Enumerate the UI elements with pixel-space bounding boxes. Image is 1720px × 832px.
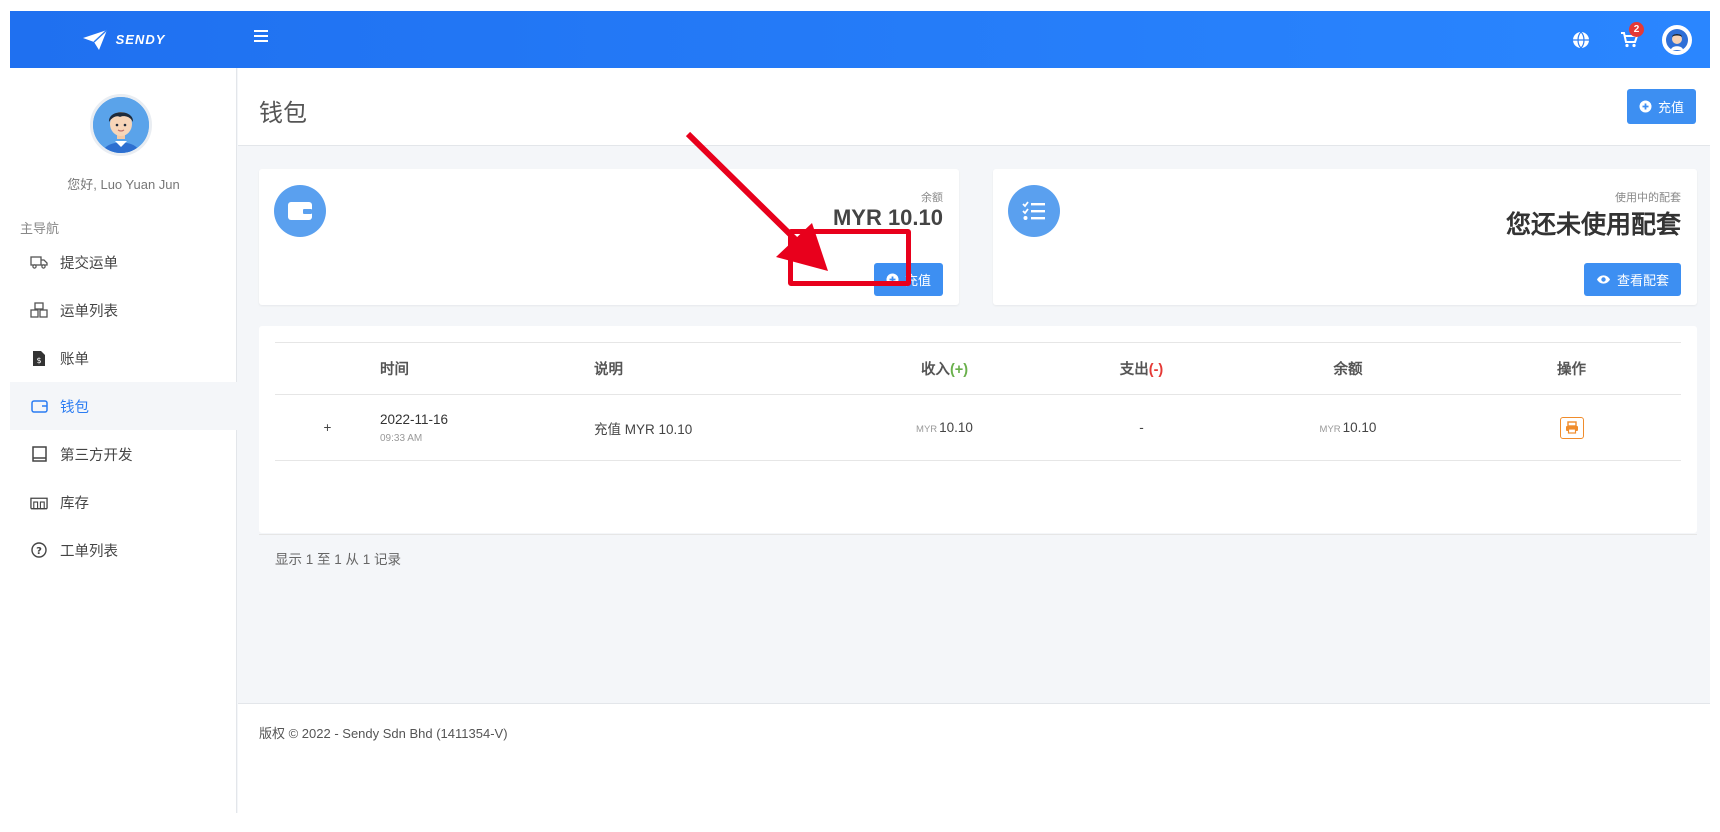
header-expense-label: 支出 bbox=[1119, 362, 1149, 378]
transactions-table: 时间 说明 收入(+) 支出(-) 余额 操作 + 2022-11-16 09:… bbox=[275, 342, 1681, 461]
book-icon bbox=[30, 445, 48, 463]
checklist-icon bbox=[1008, 185, 1060, 237]
row-expense: - bbox=[1139, 420, 1144, 435]
sidebar-item-wallet[interactable]: 钱包 bbox=[10, 382, 237, 430]
main-content: 钱包 充值 余额 MYR 10.10 充值 使用中的配套 您还未使用配套 查看配… bbox=[238, 68, 1710, 813]
button-label: 充值 bbox=[904, 273, 931, 288]
sidebar-item-label: 钱包 bbox=[60, 399, 89, 416]
row-income-unit: MYR bbox=[916, 424, 938, 435]
button-label: 充值 bbox=[1657, 100, 1684, 115]
income-sign: (+) bbox=[949, 362, 969, 378]
page-header: 钱包 充值 bbox=[238, 68, 1710, 146]
sidebar-item-label: 提交运单 bbox=[60, 255, 118, 272]
row-balance-unit: MYR bbox=[1319, 424, 1341, 435]
sidebar-item-label: 第三方开发 bbox=[60, 447, 133, 464]
wallet-icon bbox=[30, 397, 48, 415]
header-income[interactable]: 收入(+) bbox=[840, 358, 1049, 379]
nav-section-title: 主导航 bbox=[20, 221, 60, 236]
boxes-icon bbox=[30, 301, 48, 319]
profile-avatar[interactable] bbox=[90, 94, 152, 156]
cart-count-badge: 2 bbox=[1629, 21, 1644, 37]
brand-name: SENDY bbox=[115, 32, 166, 47]
package-label: 使用中的配套 bbox=[1615, 192, 1681, 204]
menu-toggle-icon[interactable] bbox=[254, 30, 268, 42]
sidebar-item-label: 账单 bbox=[60, 351, 89, 368]
print-button[interactable] bbox=[1559, 416, 1584, 439]
sidebar-item-label: 运单列表 bbox=[60, 303, 118, 320]
balance-label: 余额 bbox=[921, 192, 943, 204]
records-info: 显示 1 至 1 从 1 记录 bbox=[275, 552, 402, 567]
svg-text:?: ? bbox=[36, 546, 42, 557]
copyright-text: 版权 © 2022 - Sendy Sdn Bhd (1411354-V) bbox=[259, 726, 508, 741]
table-row: + 2022-11-16 09:33 AM 充值 MYR 10.10 MYR 10… bbox=[275, 395, 1681, 461]
main-nav: 提交运单 运单列表 $ 账单 钱包 第三方开发 库存 ? 工单列表 bbox=[10, 238, 237, 574]
package-value: 您还未使用配套 bbox=[1505, 211, 1681, 239]
row-date: 2022-11-16 bbox=[380, 411, 449, 427]
row-balance-value: 10.10 bbox=[1342, 420, 1377, 435]
table-header: 时间 说明 收入(+) 支出(-) 余额 操作 bbox=[275, 343, 1681, 395]
row-desc-amount: MYR 10.10 bbox=[624, 421, 693, 437]
balance-card: 余额 MYR 10.10 充值 bbox=[259, 169, 959, 305]
cart-button[interactable]: 2 bbox=[1614, 21, 1644, 55]
top-navbar: SENDY 2 bbox=[10, 11, 1710, 68]
app-frame: SENDY 2 您好, Luo Yuan Jun 主导航 提交运单 运单列表 $… bbox=[10, 11, 1710, 813]
sidebar-item-invoices[interactable]: $ 账单 bbox=[10, 334, 237, 382]
sidebar-item-submit-shipment[interactable]: 提交运单 bbox=[10, 238, 237, 286]
sidebar-item-shipment-list[interactable]: 运单列表 bbox=[10, 286, 237, 334]
row-income: MYR 10.10 bbox=[840, 420, 1049, 435]
page-title: 钱包 bbox=[259, 100, 307, 127]
sidebar-item-label: 工单列表 bbox=[60, 543, 118, 560]
table-footer: 显示 1 至 1 从 1 记录 bbox=[259, 534, 1697, 577]
balance-topup-button[interactable]: 充值 bbox=[873, 263, 943, 296]
row-time: 09:33 AM bbox=[380, 432, 423, 444]
expense-sign: (-) bbox=[1148, 362, 1164, 378]
row-income-value: 10.10 bbox=[939, 420, 973, 435]
sidebar-item-inventory[interactable]: 库存 bbox=[10, 478, 237, 526]
header-action: 操作 bbox=[1557, 362, 1586, 378]
paper-plane-icon bbox=[82, 28, 108, 50]
header-income-label: 收入 bbox=[920, 362, 950, 378]
wallet-icon bbox=[274, 185, 326, 237]
row-datetime: 2022-11-16 09:33 AM bbox=[380, 412, 594, 444]
user-avatar[interactable] bbox=[1662, 24, 1692, 55]
plus-circle-icon bbox=[886, 273, 899, 286]
sidebar-item-third-party-dev[interactable]: 第三方开发 bbox=[10, 430, 237, 478]
invoice-icon: $ bbox=[30, 349, 48, 367]
header-description[interactable]: 说明 bbox=[594, 358, 840, 379]
sidebar: 您好, Luo Yuan Jun 主导航 提交运单 运单列表 $ 账单 钱包 第… bbox=[10, 68, 237, 813]
row-expand-button[interactable]: + bbox=[275, 420, 380, 435]
plus-circle-icon bbox=[1639, 100, 1652, 113]
sidebar-item-ticket-list[interactable]: ? 工单列表 bbox=[10, 526, 237, 574]
view-package-button[interactable]: 查看配套 bbox=[1583, 263, 1681, 296]
user-greeting: 您好, Luo Yuan Jun bbox=[67, 177, 180, 192]
svg-text:$: $ bbox=[36, 356, 41, 365]
row-description: 充值 MYR 10.10 bbox=[594, 418, 840, 438]
brand-logo[interactable]: SENDY bbox=[10, 11, 237, 68]
row-actions bbox=[1462, 416, 1681, 439]
eye-icon bbox=[1596, 275, 1610, 284]
globe-icon[interactable] bbox=[1566, 25, 1596, 55]
transactions-card: 时间 说明 收入(+) 支出(-) 余额 操作 + 2022-11-16 09:… bbox=[259, 326, 1697, 533]
header-topup-button[interactable]: 充值 bbox=[1626, 89, 1696, 124]
package-card: 使用中的配套 您还未使用配套 查看配套 bbox=[993, 169, 1697, 305]
header-expense[interactable]: 支出(-) bbox=[1049, 358, 1234, 379]
header-balance[interactable]: 余额 bbox=[1234, 358, 1462, 379]
print-icon bbox=[1565, 421, 1578, 434]
page-footer: 版权 © 2022 - Sendy Sdn Bhd (1411354-V) bbox=[238, 703, 1710, 813]
warehouse-icon bbox=[30, 493, 48, 511]
row-balance: MYR 10.10 bbox=[1234, 420, 1462, 435]
truck-icon bbox=[30, 253, 48, 271]
sidebar-item-label: 库存 bbox=[60, 495, 89, 512]
row-desc-prefix: 充值 bbox=[594, 421, 621, 437]
question-icon: ? bbox=[30, 541, 48, 559]
balance-value: MYR 10.10 bbox=[832, 205, 943, 230]
button-label: 查看配套 bbox=[1616, 273, 1669, 288]
header-time[interactable]: 时间 bbox=[380, 358, 594, 379]
